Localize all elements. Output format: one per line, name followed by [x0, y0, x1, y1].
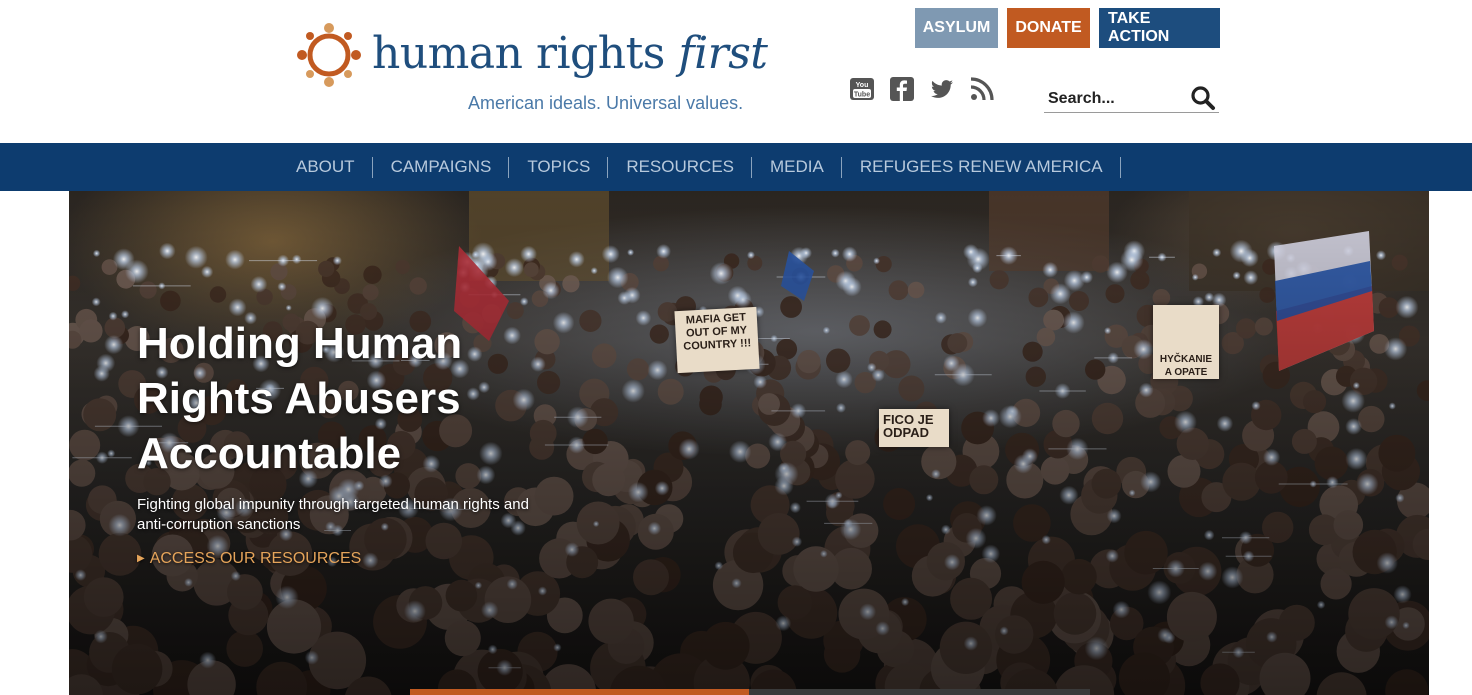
facebook-icon[interactable] — [889, 76, 915, 102]
logo-word-first: first — [678, 28, 768, 79]
hero-text: Holding Human Rights Abusers Accountable… — [137, 316, 557, 568]
protest-sign-poster: HYČKANIE A OPATE — [1153, 305, 1219, 379]
main-nav: ABOUT CAMPAIGNS TOPICS RESOURCES MEDIA R… — [0, 143, 1472, 191]
hero-subtitle: Fighting global impunity through targete… — [137, 496, 529, 533]
access-resources-label: ACCESS OUR RESOURCES — [149, 550, 362, 567]
hero-title: Holding Human Rights Abusers Accountable — [137, 319, 463, 478]
logo-tagline: American ideals. Universal values. — [468, 93, 744, 113]
top-buttons: ASYLUM DONATE TAKE ACTION — [915, 8, 1220, 48]
triangle-right-icon: ▶ — [137, 553, 145, 564]
slide-progress-active — [410, 689, 749, 695]
nav-list: ABOUT CAMPAIGNS TOPICS RESOURCES MEDIA R… — [278, 143, 1121, 191]
search-box — [1044, 82, 1219, 113]
youtube-icon[interactable]: You Tube — [849, 76, 875, 102]
rss-icon[interactable] — [969, 76, 995, 102]
logo-wordmark: human rights first — [372, 28, 768, 79]
svg-text:You: You — [856, 82, 869, 89]
donate-button[interactable]: DONATE — [1007, 8, 1090, 48]
nav-item-campaigns[interactable]: CAMPAIGNS — [373, 143, 510, 191]
hero-banner[interactable]: MAFIA GET OUT OF MY COUNTRY !!! FICO JE … — [69, 191, 1429, 695]
nav-item-media[interactable]: MEDIA — [752, 143, 842, 191]
twitter-icon[interactable] — [929, 76, 955, 102]
search-input[interactable] — [1048, 88, 1183, 110]
protest-sign-fico: FICO JE ODPAD — [879, 409, 949, 447]
nav-item-about[interactable]: ABOUT — [278, 143, 373, 191]
access-resources-link[interactable]: ▶ ACCESS OUR RESOURCES — [137, 550, 361, 568]
svg-text:Tube: Tube — [854, 92, 870, 99]
protest-sign-mafia: MAFIA GET OUT OF MY COUNTRY !!! — [674, 306, 760, 374]
nav-item-resources[interactable]: RESOURCES — [608, 143, 752, 191]
social-links: You Tube — [849, 76, 995, 102]
take-action-button[interactable]: TAKE ACTION — [1099, 8, 1220, 48]
logo-icon — [297, 23, 361, 87]
search-icon[interactable] — [1190, 85, 1216, 111]
nav-item-topics[interactable]: TOPICS — [509, 143, 609, 191]
logo-word-main: human rights — [372, 28, 679, 79]
logo[interactable]: human rights first American ideals. Univ… — [296, 22, 768, 117]
site-header: human rights first American ideals. Univ… — [0, 0, 1472, 143]
nav-item-refugees-renew-america[interactable]: REFUGEES RENEW AMERICA — [842, 143, 1121, 191]
slide-progress-bar[interactable] — [410, 689, 1090, 695]
asylum-button[interactable]: ASYLUM — [915, 8, 998, 48]
